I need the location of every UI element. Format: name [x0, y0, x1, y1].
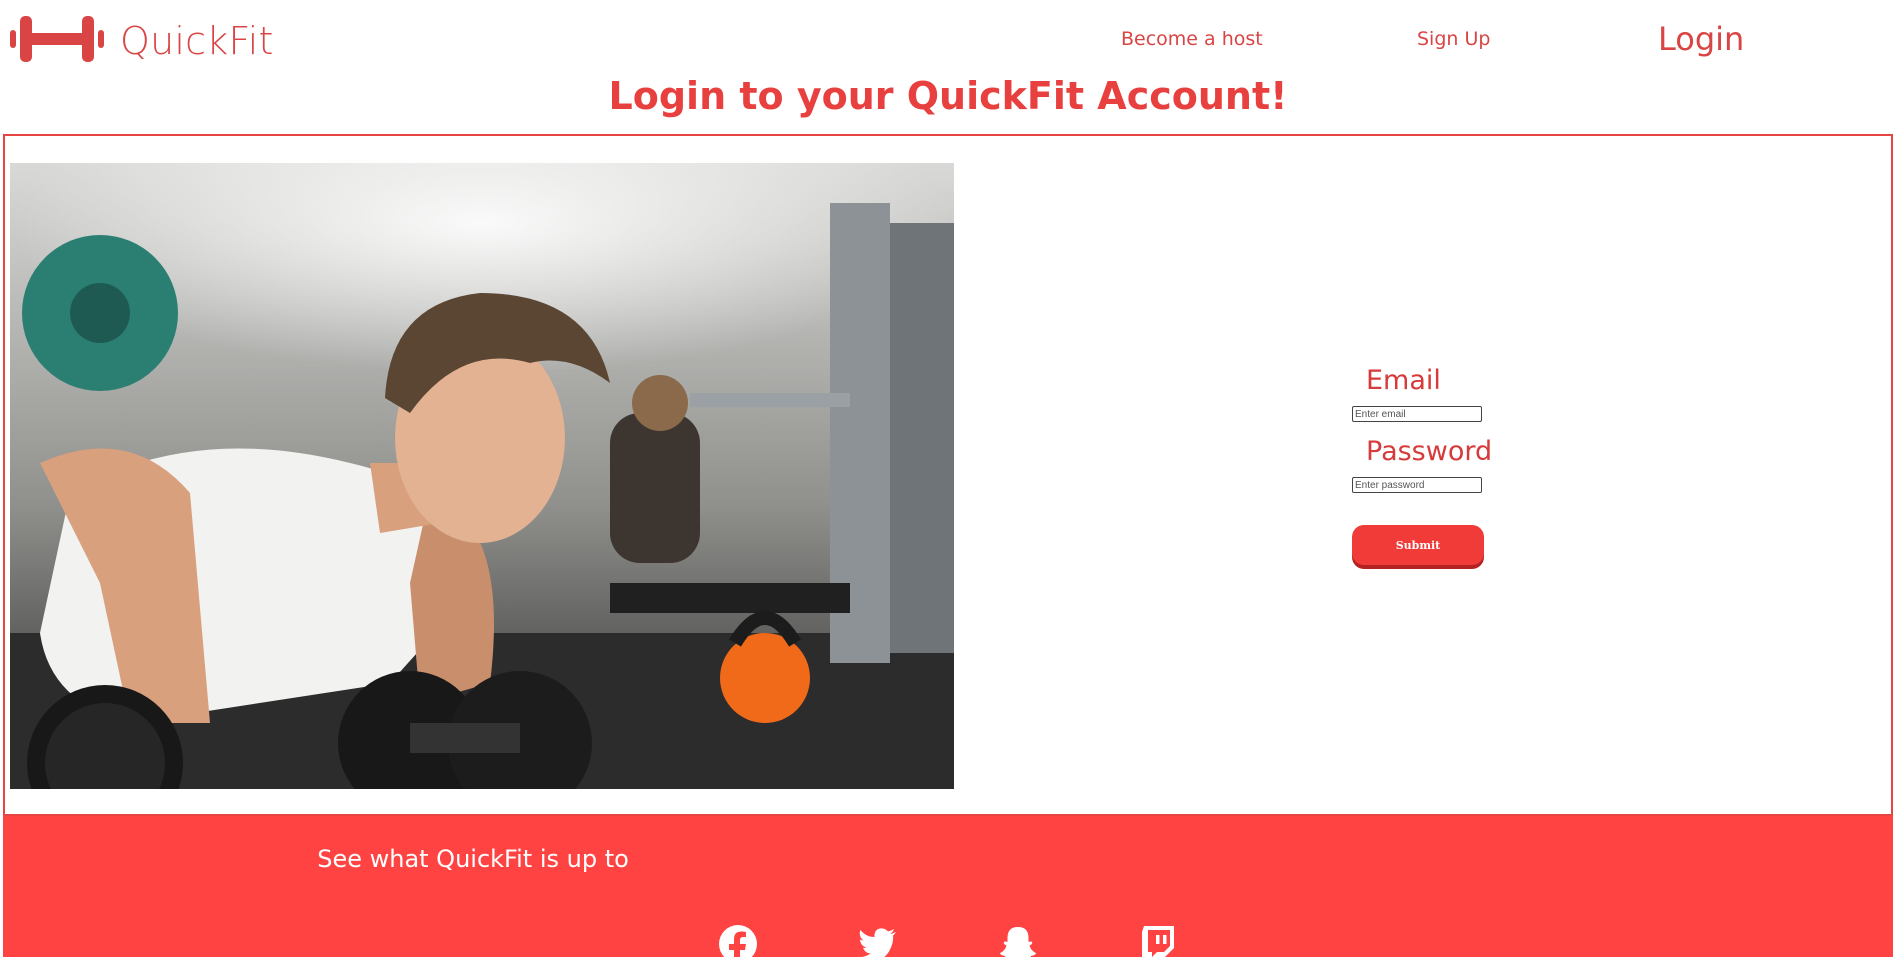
password-input[interactable]	[1352, 477, 1482, 493]
gym-pushup-photo	[10, 163, 954, 789]
password-label: Password	[1366, 436, 1493, 467]
brand-logo-link[interactable]: QuickFit	[10, 12, 274, 70]
footer: See what QuickFit is up to	[3, 816, 1893, 957]
email-input[interactable]	[1352, 406, 1482, 422]
footer-title: See what QuickFit is up to	[317, 845, 629, 873]
brand-name: QuickFit	[120, 19, 274, 63]
login-form: Email Password Submit	[1352, 365, 1492, 565]
email-label: Email	[1366, 365, 1441, 396]
navbar: QuickFit Become a host Sign Up Login	[0, 0, 1896, 78]
facebook-icon[interactable]	[718, 924, 758, 957]
dumbbell-icon	[10, 12, 104, 70]
login-panel: Email Password Submit	[3, 134, 1893, 816]
nav-become-host-link[interactable]: Become a host	[1121, 28, 1263, 50]
page-title: Login to your QuickFit Account!	[608, 74, 1288, 118]
twitch-icon[interactable]	[1138, 924, 1178, 957]
twitter-icon[interactable]	[858, 924, 898, 957]
nav-signup-link[interactable]: Sign Up	[1417, 28, 1490, 50]
submit-button[interactable]: Submit	[1352, 525, 1484, 565]
nav-login-link[interactable]: Login	[1658, 20, 1744, 58]
snapchat-icon[interactable]	[998, 924, 1038, 957]
